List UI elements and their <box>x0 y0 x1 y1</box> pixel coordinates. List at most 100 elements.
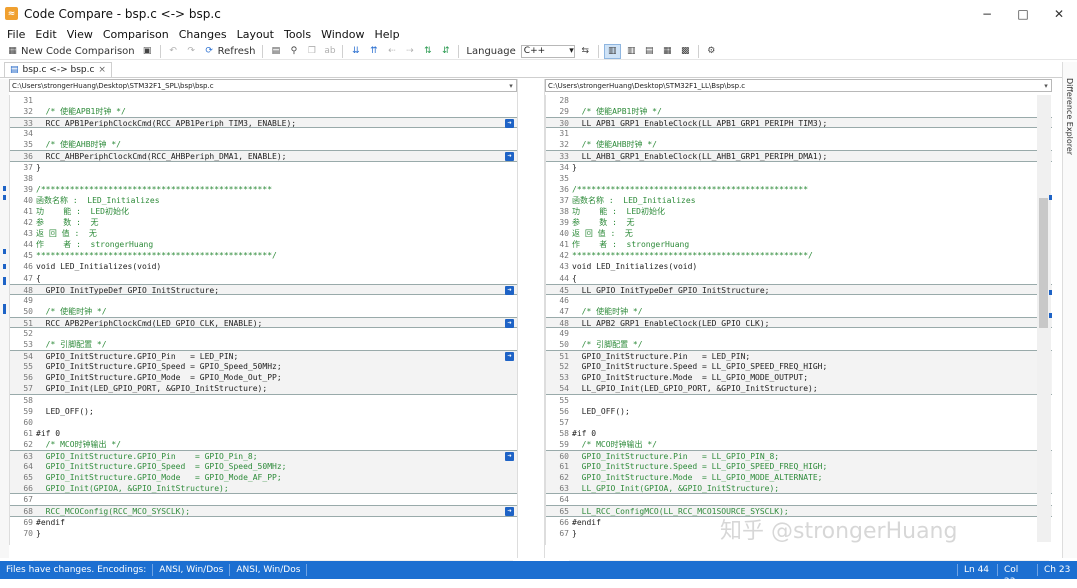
code-line[interactable]: 38 <box>10 173 517 184</box>
code-line[interactable]: 46 void LED_Initializes(void) <box>10 261 517 272</box>
code-line[interactable]: 35 /* 使能AHB时钟 */ <box>10 139 517 150</box>
difference-explorer-panel[interactable]: Difference Explorer <box>1062 62 1077 558</box>
code-line[interactable]: 43 void LED_Initializes(void) <box>546 261 1052 272</box>
redo-button[interactable]: ↷ <box>184 44 199 59</box>
copy-button[interactable]: ❐ <box>304 44 319 59</box>
copy-to-left-icon[interactable]: ◀ <box>545 152 546 161</box>
replace-button[interactable]: ab <box>322 44 337 59</box>
difference-explorer-label[interactable]: Difference Explorer <box>1065 78 1074 155</box>
right-code-editor[interactable]: 28 29 /* 使能APB1时钟 */30 LL_APB1_GRP1_Enabl… <box>545 95 1052 545</box>
layout-vertical-button[interactable]: ▥ <box>624 44 639 59</box>
minimize-button[interactable]: − <box>969 7 1005 21</box>
code-line[interactable]: 48 GPIO_InitTypeDef GPIO_InitStructure; ➜ <box>10 283 517 295</box>
code-line[interactable]: 35 <box>546 173 1052 184</box>
code-line[interactable]: 41 功 能 : LED初始化 <box>10 206 517 217</box>
code-line[interactable]: 45 **************************************… <box>10 250 517 261</box>
copy-to-left-icon[interactable]: ◀ <box>545 452 546 461</box>
difference-marker[interactable] <box>1049 195 1052 200</box>
layout-two-panes-button[interactable]: ▥ <box>603 43 621 59</box>
code-line[interactable]: 31 <box>546 128 1052 139</box>
left-overview-gutter[interactable] <box>0 79 9 558</box>
code-line[interactable]: 46 <box>546 295 1052 306</box>
code-line[interactable]: 57 GPIO_Init(LED_GPIO_PORT, &GPIO_InitSt… <box>10 383 517 395</box>
difference-marker[interactable] <box>1049 313 1052 318</box>
menu-window[interactable]: Window <box>316 28 369 41</box>
layout-three-panes-button[interactable]: ▦ <box>660 44 675 59</box>
code-line[interactable]: 62 /* MCO时钟输出 */ <box>10 439 517 450</box>
copy-to-right-icon[interactable]: ➜ <box>505 318 514 328</box>
code-line[interactable]: 40 返 回 值 : 无 <box>546 228 1052 239</box>
code-line[interactable]: 41 作 者 : strongerHuang <box>546 239 1052 250</box>
language-select[interactable]: C++ ▾ <box>520 44 575 58</box>
copy-to-right-icon[interactable]: ➜ <box>505 352 514 362</box>
code-line[interactable]: 67 <box>10 494 517 505</box>
code-line[interactable]: 56 GPIO_InitStructure.GPIO_Mode = GPIO_M… <box>10 372 517 384</box>
tab-bsp-compare[interactable]: ▤ bsp.c <-> bsp.c × <box>4 62 112 77</box>
code-line[interactable]: 43 返 回 值 : 无 <box>10 228 517 239</box>
code-line[interactable]: 66 GPIO_Init(GPIOA, &GPIO_InitStructure)… <box>10 483 517 495</box>
code-line[interactable]: 63 LL_GPIO_Init(GPIOA, &GPIO_InitStructu… <box>546 483 1052 495</box>
copy-to-right-icon[interactable]: ➜ <box>505 507 514 517</box>
code-line[interactable]: 54 LL_GPIO_Init(LED_GPIO_PORT, &GPIO_Ini… <box>546 383 1052 395</box>
code-line[interactable]: 70} <box>10 528 517 539</box>
copy-to-left-icon[interactable]: ◀ <box>545 286 546 295</box>
code-line[interactable]: 42 **************************************… <box>546 250 1052 261</box>
copy-to-right-icon[interactable]: ➜ <box>505 152 514 162</box>
code-line[interactable]: 45 LL_GPIO_InitTypeDef GPIO_InitStructur… <box>545 283 1052 295</box>
code-line[interactable]: 58 <box>10 395 517 406</box>
chevron-down-icon[interactable]: ▾ <box>1041 82 1051 90</box>
code-line[interactable]: 61 GPIO_InitStructure.Speed = LL_GPIO_SP… <box>546 461 1052 473</box>
code-line[interactable]: 68 RCC_MCOConfig(RCC_MCO_SYSCLK); ➜ <box>10 505 517 517</box>
code-line[interactable]: 44{ <box>546 273 1052 284</box>
code-line[interactable]: 53 /* 引脚配置 */ <box>10 339 517 350</box>
new-comparison-button[interactable]: ▦ New Code Comparison <box>5 44 137 59</box>
code-line[interactable]: 59 /* MCO时钟输出 */ <box>546 439 1052 450</box>
encoding-right[interactable]: ANSI, Win/Dos <box>230 564 308 576</box>
code-line[interactable]: 37 函数名称 : LED_Initializes <box>546 195 1052 206</box>
menu-edit[interactable]: Edit <box>30 28 61 41</box>
difference-marker[interactable] <box>3 195 6 200</box>
chevron-down-icon[interactable]: ▾ <box>506 82 516 90</box>
code-line[interactable]: 50 /* 使能时钟 */ <box>10 306 517 317</box>
code-line[interactable]: 37} <box>10 162 517 173</box>
code-line[interactable]: 39/*************************************… <box>10 184 517 195</box>
settings-button[interactable]: ⚙ <box>704 44 719 59</box>
code-line[interactable]: 69 #endif <box>10 517 517 528</box>
copy-to-right-icon[interactable]: ➜ <box>505 452 514 461</box>
scrollbar-thumb[interactable] <box>1039 198 1048 328</box>
left-code-editor[interactable]: 31 32 /* 使能APB1时钟 */33 RCC_APB1PeriphCloc… <box>9 95 517 545</box>
find-button[interactable]: ⚲ <box>286 44 301 59</box>
close-icon[interactable]: × <box>98 65 106 75</box>
difference-marker[interactable] <box>3 186 6 191</box>
code-line[interactable]: 57 <box>546 417 1052 428</box>
code-line[interactable]: 32 /* 使能AHB时钟 */ <box>546 139 1052 150</box>
right-file-path[interactable]: C:\Users\strongerHuang\Desktop\STM32F1_L… <box>545 79 1052 92</box>
menu-layout[interactable]: Layout <box>232 28 279 41</box>
code-line[interactable]: 44 作 者 : strongerHuang <box>10 239 517 250</box>
options-button[interactable]: ⇆ <box>578 44 593 59</box>
code-line[interactable]: 49 <box>546 328 1052 339</box>
copy-to-left-icon[interactable]: ◀ <box>545 352 546 361</box>
code-line[interactable]: 55 GPIO_InitStructure.GPIO_Speed = GPIO_… <box>10 361 517 373</box>
code-line[interactable]: 33 LL_AHB1_GRP1_EnableClock(LL_AHB1_GRP1… <box>545 150 1052 162</box>
next-change-button[interactable]: ⇅ <box>420 44 435 59</box>
code-line[interactable]: 59 LED_OFF(); <box>10 406 517 417</box>
code-line[interactable]: 32 /* 使能APB1时钟 */ <box>10 106 517 117</box>
next-difference-button[interactable]: ⇊ <box>348 44 363 59</box>
copy-to-left-icon[interactable]: ◀ <box>545 119 546 128</box>
copy-left-button[interactable]: ⇠ <box>384 44 399 59</box>
code-line[interactable]: 61 #if 0 <box>10 428 517 439</box>
code-line[interactable]: 38 功 能 : LED初始化 <box>546 206 1052 217</box>
close-button[interactable]: ✕ <box>1041 7 1077 21</box>
difference-marker[interactable] <box>3 277 6 285</box>
code-line[interactable]: 51 GPIO_InitStructure.Pin = LED_PIN; ◀ <box>545 350 1052 362</box>
code-line[interactable]: 40 函数名称 : LED_Initializes <box>10 195 517 206</box>
copy-to-right-icon[interactable]: ➜ <box>505 119 514 129</box>
difference-marker[interactable] <box>3 249 6 254</box>
encoding-left[interactable]: ANSI, Win/Dos <box>153 564 231 576</box>
code-line[interactable]: 48 LL_APB2_GRP1_EnableClock(LED_GPIO_CLK… <box>546 316 1052 328</box>
code-line[interactable]: 56 LED_OFF(); <box>546 406 1052 417</box>
code-line[interactable]: 36 RCC_AHBPeriphClockCmd(RCC_AHBPeriph_D… <box>10 150 517 162</box>
code-line[interactable]: 64 <box>546 494 1052 505</box>
difference-marker[interactable] <box>1049 290 1052 295</box>
